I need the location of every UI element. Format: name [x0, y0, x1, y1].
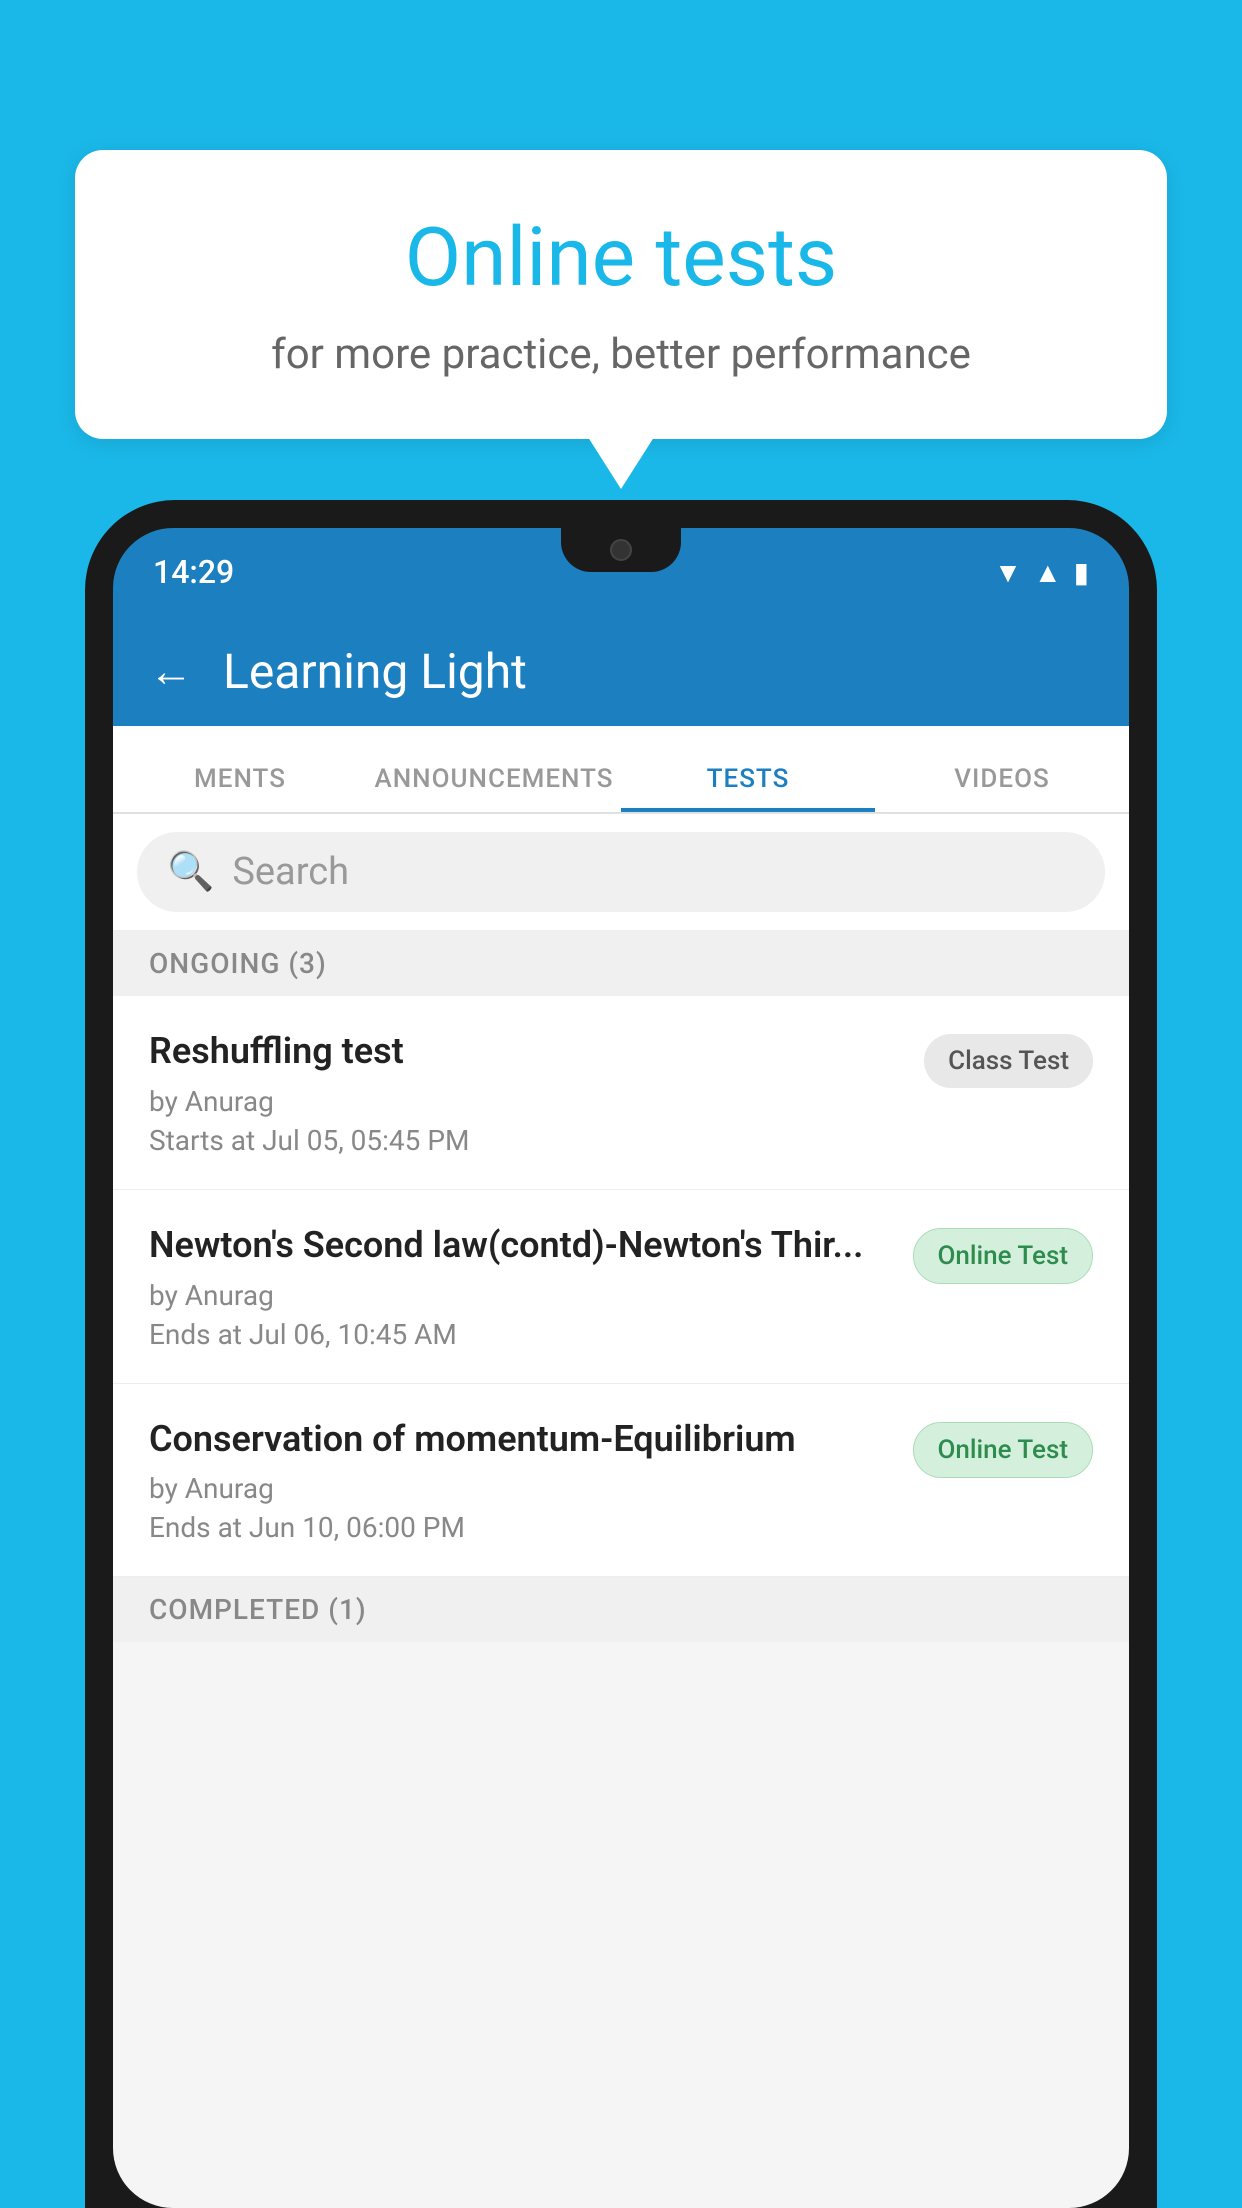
test-date-2: Ends at Jul 06, 10:45 AM	[149, 1318, 893, 1351]
phone-frame: 14:29 ▼ ▲ ▮ ← Learning Light MENTS	[85, 500, 1157, 2208]
test-info-2: Newton's Second law(contd)-Newton's Thir…	[149, 1222, 893, 1351]
test-info-1: Reshuffling test by Anurag Starts at Jul…	[149, 1028, 904, 1157]
tab-ments[interactable]: MENTS	[113, 764, 367, 812]
app-header: ← Learning Light	[113, 616, 1129, 726]
test-item[interactable]: Newton's Second law(contd)-Newton's Thir…	[113, 1190, 1129, 1384]
test-item[interactable]: Reshuffling test by Anurag Starts at Jul…	[113, 996, 1129, 1190]
test-author-3: by Anurag	[149, 1472, 893, 1505]
completed-section-header: COMPLETED (1)	[113, 1577, 1129, 1642]
speech-bubble: Online tests for more practice, better p…	[75, 150, 1167, 439]
test-info-3: Conservation of momentum-Equilibrium by …	[149, 1416, 893, 1545]
tab-announcements[interactable]: ANNOUNCEMENTS	[367, 764, 621, 812]
phone-notch	[561, 528, 681, 572]
phone-camera	[610, 539, 632, 561]
test-badge-2: Online Test	[913, 1228, 1094, 1284]
phone-wrapper: 14:29 ▼ ▲ ▮ ← Learning Light MENTS	[85, 500, 1157, 2208]
battery-icon: ▮	[1074, 556, 1089, 589]
wifi-icon: ▼	[994, 556, 1022, 589]
test-author-1: by Anurag	[149, 1085, 904, 1118]
test-badge-1: Class Test	[924, 1034, 1093, 1088]
test-date-1: Starts at Jul 05, 05:45 PM	[149, 1124, 904, 1157]
test-name-3: Conservation of momentum-Equilibrium	[149, 1416, 893, 1463]
bubble-title: Online tests	[145, 210, 1097, 306]
status-bar: 14:29 ▼ ▲ ▮	[113, 528, 1129, 616]
test-list: Reshuffling test by Anurag Starts at Jul…	[113, 996, 1129, 1577]
speech-bubble-container: Online tests for more practice, better p…	[75, 150, 1167, 439]
test-date-3: Ends at Jun 10, 06:00 PM	[149, 1511, 893, 1544]
status-icons: ▼ ▲ ▮	[994, 556, 1089, 589]
signal-icon: ▲	[1034, 556, 1062, 589]
app-screen: ← Learning Light MENTS ANNOUNCEMENTS TES…	[113, 616, 1129, 2208]
back-button[interactable]: ←	[149, 645, 193, 697]
test-name-1: Reshuffling test	[149, 1028, 904, 1075]
tabs-bar: MENTS ANNOUNCEMENTS TESTS VIDEOS	[113, 726, 1129, 814]
tab-videos[interactable]: VIDEOS	[875, 764, 1129, 812]
test-author-2: by Anurag	[149, 1279, 893, 1312]
bubble-subtitle: for more practice, better performance	[145, 330, 1097, 379]
tab-tests[interactable]: TESTS	[621, 764, 875, 812]
status-time: 14:29	[153, 553, 234, 591]
test-badge-3: Online Test	[913, 1422, 1094, 1478]
test-name-2: Newton's Second law(contd)-Newton's Thir…	[149, 1222, 893, 1269]
search-bar[interactable]: 🔍 Search	[137, 832, 1105, 912]
search-placeholder: Search	[232, 850, 349, 894]
ongoing-section-header: ONGOING (3)	[113, 931, 1129, 996]
search-icon: 🔍	[167, 850, 214, 894]
app-header-title: Learning Light	[223, 643, 527, 700]
test-item[interactable]: Conservation of momentum-Equilibrium by …	[113, 1384, 1129, 1578]
search-container: 🔍 Search	[113, 814, 1129, 931]
